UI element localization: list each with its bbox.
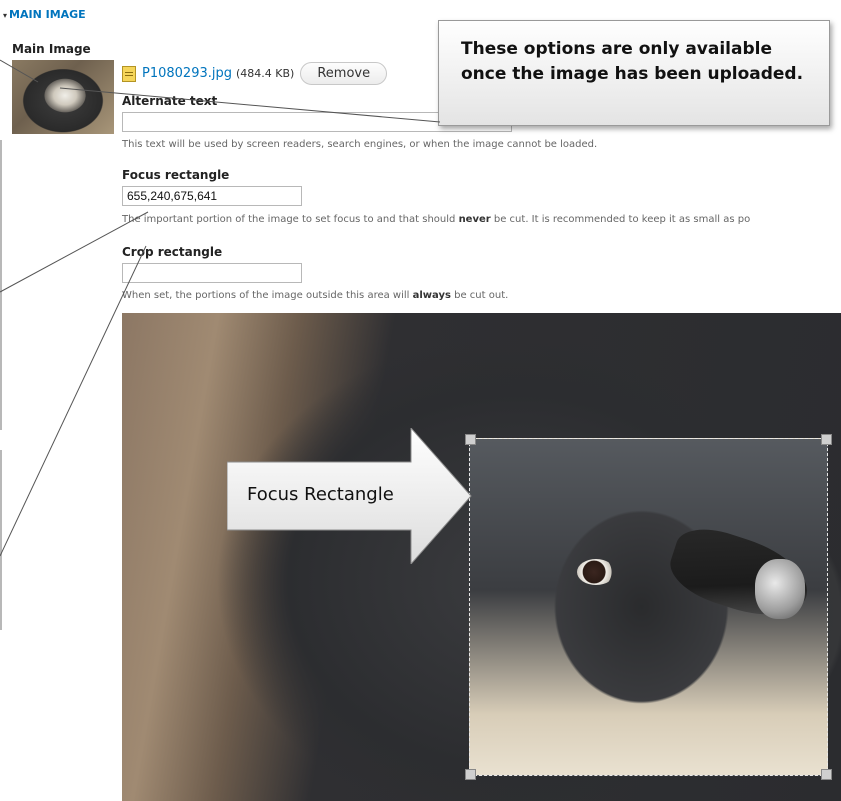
info-callout: These options are only available once th… (438, 20, 830, 126)
resize-handle-top-right[interactable] (821, 434, 832, 445)
crop-rectangle-input[interactable] (122, 263, 302, 283)
file-size: (484.4 KB) (235, 67, 295, 80)
alternate-text-label: Alternate text (122, 94, 218, 108)
collapse-arrow-icon: ▾ (3, 11, 8, 20)
image-file-icon (122, 65, 136, 82)
main-image-section-toggle[interactable]: ▾ MAIN IMAGE (3, 8, 86, 21)
focus-rectangle-overlay[interactable] (469, 438, 828, 776)
resize-handle-bottom-left[interactable] (465, 769, 476, 780)
file-row: P1080293.jpg (484.4 KB) Remove (122, 62, 388, 85)
left-edge-marker (0, 450, 2, 630)
main-image-label: Main Image (12, 42, 91, 56)
focus-rectangle-input[interactable] (122, 186, 302, 206)
crop-rectangle-description: When set, the portions of the image outs… (122, 290, 509, 301)
main-image-thumbnail (12, 60, 114, 134)
left-edge-marker (0, 140, 2, 430)
penguin-eye (577, 559, 615, 585)
focus-rectangle-arrow-callout: Focus Rectangle (226, 426, 497, 566)
file-link[interactable]: P1080293.jpg (142, 66, 232, 81)
focus-rectangle-label: Focus rectangle (122, 168, 230, 182)
section-title: MAIN IMAGE (9, 8, 86, 21)
crop-rectangle-label: Crop rectangle (122, 245, 223, 259)
never-emphasis: never (458, 214, 491, 225)
remove-button[interactable]: Remove (300, 62, 388, 85)
always-emphasis: always (412, 290, 451, 301)
arrow-label: Focus Rectangle (247, 484, 394, 505)
focus-rectangle-description: The important portion of the image to se… (122, 214, 751, 225)
alternate-text-description: This text will be used by screen readers… (122, 139, 598, 150)
penguin-beak-tip (755, 559, 805, 619)
resize-handle-bottom-right[interactable] (821, 769, 832, 780)
